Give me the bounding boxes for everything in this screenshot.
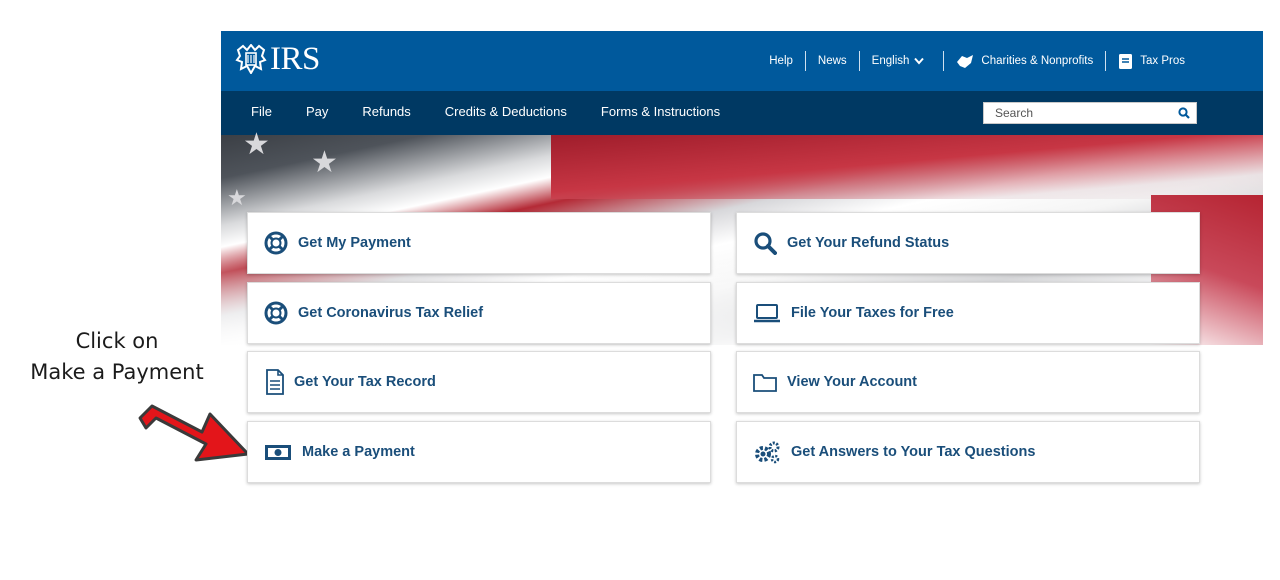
book-icon (1119, 53, 1133, 69)
irs-logo[interactable]: IRS (235, 42, 320, 76)
search-box[interactable]: Search (983, 102, 1197, 124)
nav-refunds[interactable]: Refunds (362, 104, 410, 119)
news-label: News (817, 55, 847, 67)
handshake-icon (957, 55, 974, 68)
document-icon (264, 369, 286, 395)
annotation-text: Click on Make a Payment (22, 326, 212, 388)
header-bar: IRS Help News English Charities & Nonpro… (221, 31, 1263, 91)
star-icon: ★ (227, 185, 247, 210)
tile-label: Make a Payment (302, 444, 415, 460)
charities-label: Charities & Nonprofits (981, 55, 1094, 67)
logo-text: IRS (270, 41, 320, 77)
nav-file[interactable]: File (251, 104, 272, 119)
star-icon: ★ (243, 128, 270, 161)
star-icon: ★ (311, 146, 338, 179)
tile-label: File Your Taxes for Free (791, 305, 954, 321)
tile-get-your-refund-status[interactable]: Get Your Refund Status (736, 212, 1200, 274)
tile-label: Get Your Tax Record (294, 374, 436, 390)
charities-link[interactable]: Charities & Nonprofits (944, 50, 1105, 72)
tile-label: Get Your Refund Status (787, 235, 950, 251)
language-label: English (871, 55, 910, 67)
tile-label: Get My Payment (298, 235, 411, 251)
tile-label: Get Coronavirus Tax Relief (298, 305, 484, 321)
nav-pay[interactable]: Pay (306, 104, 328, 119)
annotation-line-1: Click on (75, 329, 159, 353)
chevron-down-icon (914, 57, 925, 65)
folder-icon (753, 370, 777, 394)
search-input[interactable]: Search (984, 106, 1172, 120)
laptop-icon (753, 301, 781, 325)
utility-nav: Help News English Charities & Nonprofits… (757, 50, 1197, 72)
tile-label: View Your Account (787, 374, 917, 390)
search-button[interactable] (1172, 107, 1196, 119)
search-icon (1178, 107, 1190, 119)
help-label: Help (769, 55, 793, 67)
help-link[interactable]: Help (757, 50, 805, 72)
tile-get-my-payment[interactable]: Get My Payment (247, 212, 711, 274)
lifebuoy-icon (264, 231, 288, 255)
main-nav: File Pay Refunds Credits & Deductions Fo… (221, 91, 1263, 135)
eagle-icon (235, 44, 267, 74)
annotation-line-2: Make a Payment (30, 360, 204, 384)
tile-view-your-account[interactable]: View Your Account (736, 351, 1200, 413)
flag-stripe (551, 135, 1263, 199)
tile-get-coronavirus-tax-relief[interactable]: Get Coronavirus Tax Relief (247, 282, 711, 344)
money-icon (264, 440, 292, 464)
tile-label: Get Answers to Your Tax Questions (791, 444, 1036, 460)
tile-file-your-taxes-for-free[interactable]: File Your Taxes for Free (736, 282, 1200, 344)
nav-credits-deductions[interactable]: Credits & Deductions (445, 104, 567, 119)
tax-pros-label: Tax Pros (1140, 55, 1185, 67)
tile-get-your-tax-record[interactable]: Get Your Tax Record (247, 351, 711, 413)
tax-pros-link[interactable]: Tax Pros (1106, 50, 1197, 72)
page: Click on Make a Payment IRS Help News En… (0, 0, 1280, 580)
tile-get-answers-to-your-tax-questions[interactable]: Get Answers to Your Tax Questions (736, 421, 1200, 483)
search-icon (753, 231, 777, 255)
tile-make-a-payment[interactable]: Make a Payment (247, 421, 711, 483)
nav-forms-instructions[interactable]: Forms & Instructions (601, 104, 720, 119)
news-link[interactable]: News (806, 50, 859, 72)
language-selector[interactable]: English (860, 50, 944, 72)
lifebuoy-icon (264, 301, 288, 325)
gears-icon (753, 440, 781, 464)
